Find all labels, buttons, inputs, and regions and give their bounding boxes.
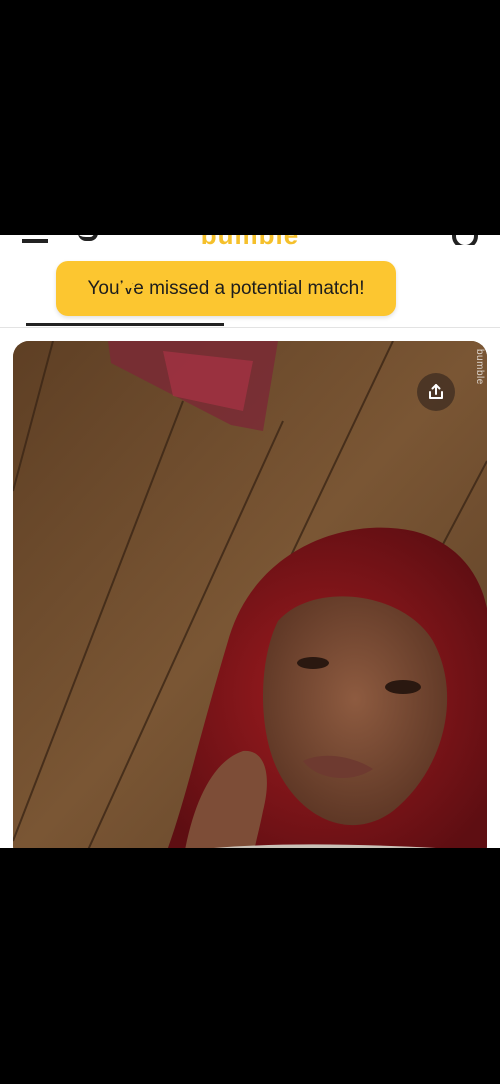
- filter-icon[interactable]: [452, 235, 478, 245]
- screen-frame: bumble ng You’ve missed a potential matc…: [0, 0, 500, 1084]
- photo-watermark: bumble: [474, 349, 485, 385]
- app-content: bumble ng You’ve missed a potential matc…: [0, 235, 500, 848]
- app-logo: bumble: [0, 235, 500, 245]
- active-tab-indicator: [26, 323, 224, 326]
- profile-photo: [13, 341, 487, 848]
- share-button[interactable]: [417, 373, 455, 411]
- top-bar: bumble: [0, 235, 500, 245]
- tooltip-arrow: [118, 277, 136, 288]
- profile-photo-card[interactable]: bumble: [13, 341, 487, 848]
- share-icon: [429, 384, 443, 399]
- missed-match-tooltip[interactable]: You’ve missed a potential match!: [56, 261, 396, 316]
